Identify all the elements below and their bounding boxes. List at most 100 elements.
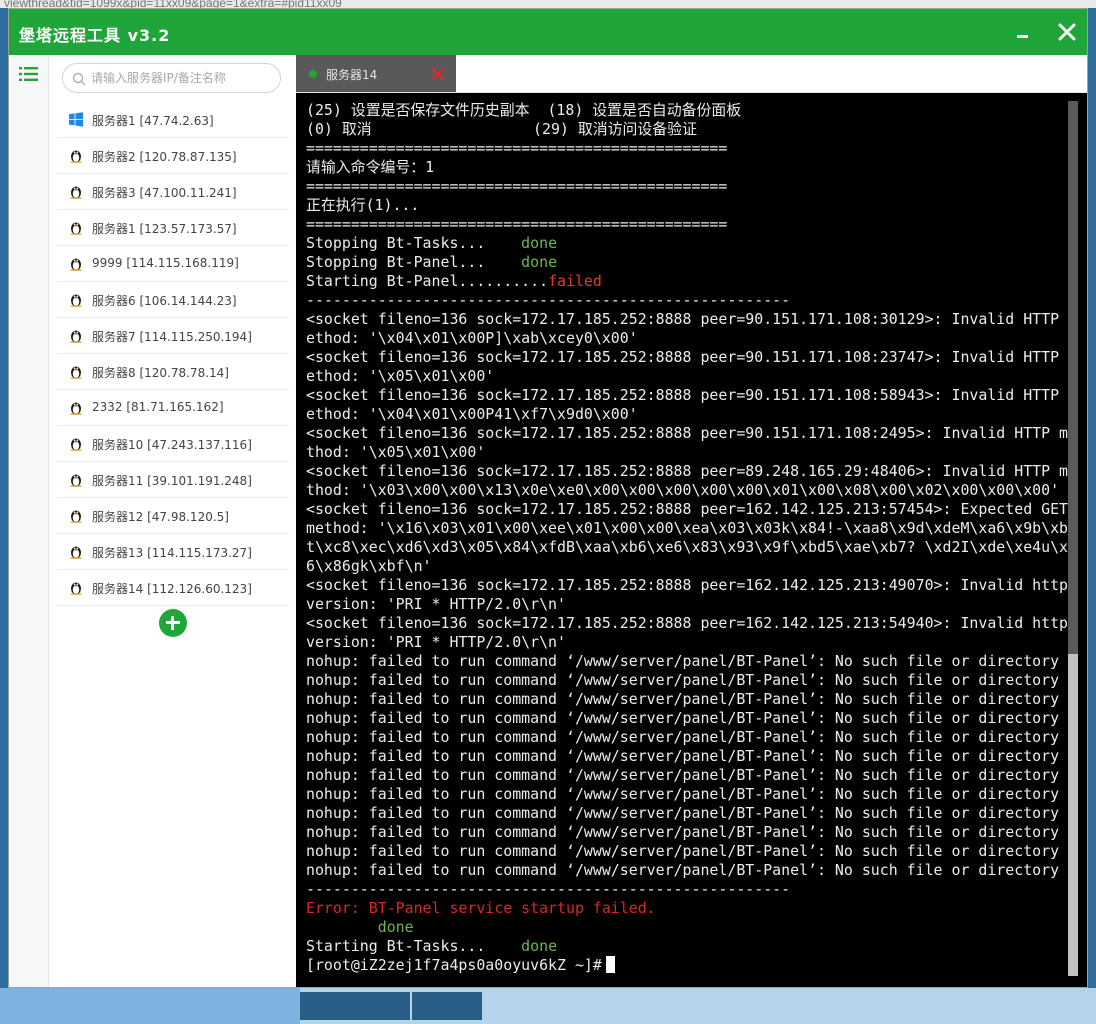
linux-tux-icon [70, 546, 82, 559]
terminal-text: nohup: failed to run command ‘/www/serve… [306, 652, 1060, 670]
background-browser-url: viewthread&tid=1099x&pid=11xx09&page=1&e… [0, 0, 1096, 8]
linux-tux-icon [70, 438, 82, 451]
terminal-text: thod: '\x05\x01\x00' [306, 443, 486, 461]
server-sidebar: 服务器1 [47.74.2.63] 服务器2 [120.78.87.135] 服务器… [49, 55, 295, 987]
terminal-text: Stopping Bt-Panel... [306, 253, 522, 271]
terminal-text: <socket fileno=136 sock=172.17.185.252:8… [306, 576, 1069, 594]
server-label: 服务器14 [112.126.60.123] [92, 582, 252, 596]
terminal-text: [root@iZ2zej1f7a4ps0a0oyuv6kZ ~]# [306, 956, 602, 974]
terminal-text: <socket fileno=136 sock=172.17.185.252:8… [306, 348, 1077, 366]
server-list-item[interactable]: 服务器2 [120.78.87.135] [57, 138, 289, 174]
tab-close-icon[interactable] [431, 67, 445, 81]
terminal-text: <socket fileno=136 sock=172.17.185.252:8… [306, 424, 1077, 442]
close-button[interactable] [1053, 18, 1081, 46]
linux-tux-icon [70, 510, 82, 523]
server-label: 服务器10 [47.243.137.116] [92, 438, 252, 452]
linux-tux-icon [70, 582, 82, 595]
server-list-item[interactable]: 服务器13 [114.115.173.27] [57, 534, 289, 570]
server-list-item[interactable]: 2332 [81.71.165.162] [57, 390, 289, 426]
terminal-text: nohup: failed to run command ‘/www/serve… [306, 728, 1060, 746]
terminal-text: ethod: '\x04\x01\x00P]\xab\xcey0\x00' [306, 329, 638, 347]
terminal-text: version: 'PRI * HTTP/2.0\r\n' [306, 633, 566, 651]
linux-tux-icon [70, 474, 82, 487]
terminal-text: nohup: failed to run command ‘/www/serve… [306, 804, 1060, 822]
terminal-text: method: '\x16\x03\x01\x00\xee\x01\x00\x0… [306, 519, 1077, 537]
terminal-text: Starting Bt-Panel.......... [306, 272, 549, 290]
windows-icon [69, 112, 83, 127]
tab-bar: 服务器14 [296, 55, 1087, 93]
server-label: 服务器13 [114.115.173.27] [92, 546, 252, 560]
terminal-text: nohup: failed to run command ‘/www/serve… [306, 709, 1060, 727]
server-list-item[interactable]: 服务器14 [112.126.60.123] [57, 570, 289, 606]
terminal-text: nohup: failed to run command ‘/www/serve… [306, 690, 1060, 708]
terminal-text: ========================================… [306, 139, 728, 157]
add-server-button[interactable] [159, 609, 187, 637]
terminal-text: <socket fileno=136 sock=172.17.185.252:8… [306, 500, 1069, 518]
server-list-item[interactable]: 服务器6 [106.14.144.23] [57, 282, 289, 318]
linux-tux-icon [70, 366, 82, 379]
server-list-item[interactable]: 服务器7 [114.115.250.194] [57, 318, 289, 354]
close-icon [1058, 23, 1076, 41]
terminal-cursor [605, 956, 615, 973]
terminal-text: nohup: failed to run command ‘/www/serve… [306, 861, 1060, 879]
server-label: 服务器6 [106.14.144.23] [92, 294, 237, 308]
terminal-text: (25) 设置是否保存文件历史副本 (18) 设置是否自动备份面板 [306, 101, 742, 119]
terminal-text: Stopping Bt-Tasks... [306, 234, 522, 252]
server-list-item[interactable]: 服务器11 [39.101.191.248] [57, 462, 289, 498]
terminal-text: ethod: '\x04\x01\x00P41\xf7\x9d0\x00' [306, 405, 638, 423]
terminal-status-ok: done [521, 253, 558, 271]
linux-tux-icon [70, 402, 82, 415]
server-label: 服务器1 [123.57.173.57] [92, 222, 237, 236]
window-title: 堡塔远程工具 v3.2 [19, 26, 171, 45]
terminal-text: <socket fileno=136 sock=172.17.185.252:8… [306, 310, 1077, 328]
terminal[interactable]: (25) 设置是否保存文件历史副本 (18) 设置是否自动备份面板 (0) 取消… [296, 93, 1087, 987]
server-list-item[interactable]: 服务器1 [123.57.173.57] [57, 210, 289, 246]
server-list-item[interactable]: 服务器10 [47.243.137.116] [57, 426, 289, 462]
terminal-text: Starting Bt-Tasks... [306, 937, 522, 955]
minimize-button[interactable] [1009, 18, 1037, 46]
server-list-item[interactable]: 服务器8 [120.78.78.14] [57, 354, 289, 390]
os-taskbar [0, 988, 1096, 1024]
terminal-text: nohup: failed to run command ‘/www/serve… [306, 842, 1060, 860]
terminal-output: (25) 设置是否保存文件历史副本 (18) 设置是否自动备份面板 (0) 取消… [306, 101, 1077, 975]
tab-server14[interactable]: 服务器14 [296, 55, 456, 92]
server-list-item[interactable]: 服务器12 [47.98.120.5] [57, 498, 289, 534]
scrollbar-thumb[interactable] [1068, 654, 1078, 976]
search-input[interactable] [91, 68, 275, 88]
search-icon [72, 72, 86, 86]
server-list-item[interactable]: 服务器1 [47.74.2.63] [57, 102, 289, 138]
server-label: 服务器11 [39.101.191.248] [92, 474, 252, 488]
taskbar-item[interactable] [412, 992, 482, 1020]
terminal-status-ok: done [521, 234, 558, 252]
terminal-text: thod: '\x03\x00\x00\x13\x0e\xe0\x00\x00\… [306, 481, 1060, 499]
terminal-text: <socket fileno=136 sock=172.17.185.252:8… [306, 614, 1069, 632]
linux-tux-icon [70, 294, 82, 307]
linux-tux-icon [70, 222, 82, 235]
title-bar: 堡塔远程工具 v3.2 [9, 9, 1087, 55]
terminal-text: ethod: '\x05\x01\x00' [306, 367, 495, 385]
server-list-item[interactable]: 9999 [114.115.168.119] [57, 246, 289, 282]
linux-tux-icon [70, 186, 82, 199]
terminal-scrollbar[interactable] [1068, 101, 1078, 976]
linux-tux-icon [70, 258, 82, 271]
terminal-text: <socket fileno=136 sock=172.17.185.252:8… [306, 386, 1077, 404]
tab-label: 服务器14 [326, 68, 378, 82]
server-label: 服务器7 [114.115.250.194] [92, 330, 252, 344]
list-icon[interactable] [18, 65, 40, 83]
terminal-text: ========================================… [306, 215, 728, 233]
server-list-item[interactable]: 服务器3 [47.100.11.241] [57, 174, 289, 210]
connection-status-dot [309, 70, 317, 78]
server-label: 服务器8 [120.78.78.14] [92, 366, 229, 380]
terminal-status-bad: failed [548, 272, 602, 290]
taskbar-item[interactable] [300, 992, 410, 1020]
terminal-text: 请输入命令编号：1 [306, 158, 435, 176]
terminal-status-err: Error: BT-Panel service startup failed. [306, 899, 656, 917]
terminal-text: ----------------------------------------… [306, 291, 791, 309]
terminal-status-ok: done [377, 918, 414, 936]
server-list: 服务器1 [47.74.2.63] 服务器2 [120.78.87.135] 服务器… [57, 102, 289, 606]
search-box[interactable] [62, 63, 281, 93]
terminal-text: nohup: failed to run command ‘/www/serve… [306, 766, 1060, 784]
minimize-icon [1017, 35, 1028, 38]
server-label: 9999 [114.115.168.119] [92, 256, 239, 270]
